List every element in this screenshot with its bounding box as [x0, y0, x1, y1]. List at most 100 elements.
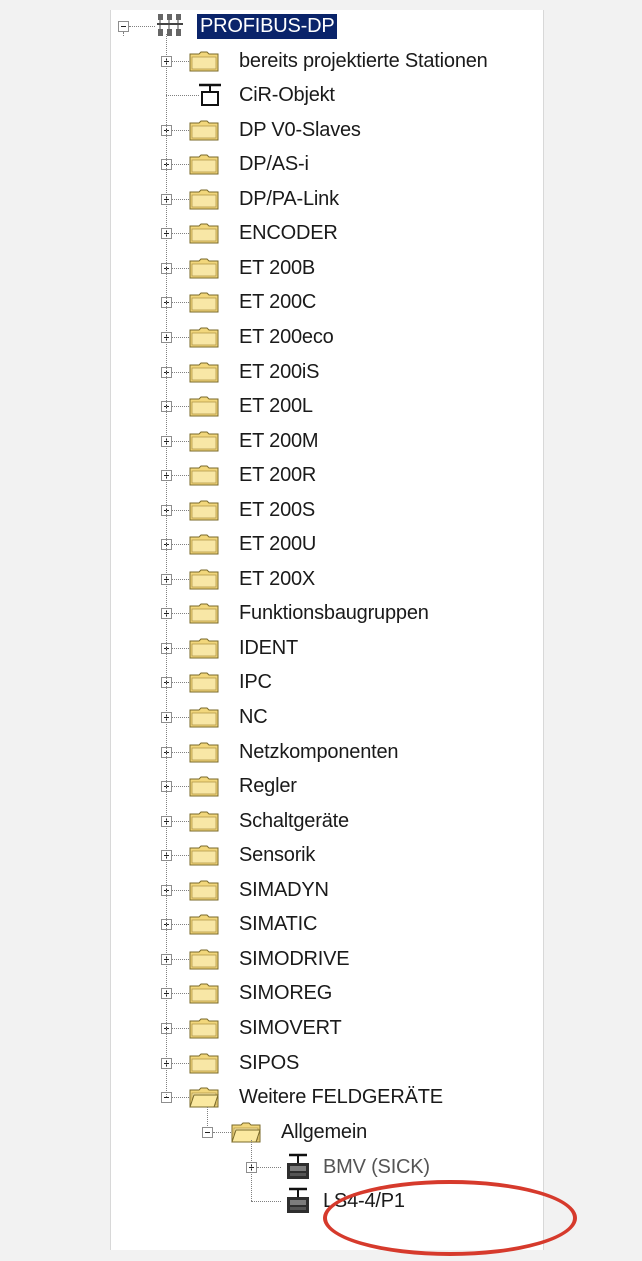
tree-item-label: ET 200X	[239, 567, 316, 590]
tree-item-row[interactable]: ET 200B	[239, 253, 315, 283]
tree-connector	[257, 1167, 281, 1168]
tree-item-label: ET 200L	[239, 394, 313, 417]
tree-item-row[interactable]: SIMOVERT	[239, 1013, 342, 1043]
tree-item-row[interactable]: bereits projektierte Stationen	[239, 46, 488, 76]
tree-item-label: Funktionsbaugruppen	[239, 601, 429, 624]
tree-item-row[interactable]: ET 200R	[239, 460, 316, 490]
tree-connector	[129, 26, 155, 27]
tree-item-row[interactable]: CiR-Objekt	[239, 80, 335, 110]
tree-item-row[interactable]: ET 200iS	[239, 357, 320, 387]
tree-item-row[interactable]: SIPOS	[239, 1048, 299, 1078]
tree-item-row[interactable]: IDENT	[239, 633, 298, 663]
folder-icon	[189, 223, 219, 244]
tree-item-row[interactable]: ET 200eco	[239, 322, 334, 352]
tree-item-row[interactable]: DP/PA-Link	[239, 184, 339, 214]
tree-item-label: ET 200S	[239, 498, 316, 521]
tree-item-row[interactable]: Regler	[239, 771, 297, 801]
tree-item-row[interactable]: ET 200S	[239, 495, 315, 525]
tree-connector	[172, 1063, 189, 1064]
tree-item-label: Weitere FELDGERÄTE	[239, 1085, 443, 1108]
tree-item-label: SIMATIC	[239, 912, 318, 935]
tree-item-row[interactable]: Netzkomponenten	[239, 737, 399, 767]
folder-icon	[189, 534, 219, 555]
collapse-toggle[interactable]	[202, 1127, 213, 1138]
folder-icon	[189, 811, 219, 832]
tree-item-row[interactable]: Funktionsbaugruppen	[239, 598, 429, 628]
tree-item-row[interactable]: IPC	[239, 667, 272, 697]
folder-icon	[189, 776, 219, 797]
tree-connector	[166, 95, 199, 96]
tree-connector	[172, 1028, 189, 1029]
tree-item-label: ENCODER	[239, 221, 338, 244]
folder-icon	[189, 1087, 219, 1108]
folder-icon	[189, 638, 219, 659]
folder-icon	[189, 742, 219, 763]
collapse-toggle[interactable]	[118, 21, 129, 32]
tree-connector	[172, 302, 189, 303]
tree-connector	[251, 1201, 281, 1202]
tree-item-label: SIPOS	[239, 1051, 300, 1074]
tree-connector	[172, 855, 189, 856]
folder-icon	[189, 189, 219, 210]
folder-icon	[189, 672, 219, 693]
hardware-catalog-panel: PROFIBUS-DP bereits projektierte Statione…	[110, 10, 577, 1256]
tree-item-row[interactable]: SIMATIC	[239, 909, 317, 939]
tree-connector	[172, 268, 189, 269]
tree-item-row[interactable]: ET 200X	[239, 564, 315, 594]
tree-item-row[interactable]: ET 200M	[239, 426, 319, 456]
tree-item-row[interactable]: DP V0-Slaves	[239, 115, 361, 145]
tree-item-row[interactable]: SIMADYN	[239, 875, 329, 905]
tree-connector	[172, 544, 189, 545]
tree-item-row[interactable]: ENCODER	[239, 218, 338, 248]
tree-subfolder-label: Allgemein	[281, 1120, 368, 1143]
tree-connector	[172, 648, 189, 649]
tree-item-label: SIMADYN	[239, 878, 329, 901]
folder-icon	[189, 362, 219, 383]
tree-connector	[172, 510, 189, 511]
tree-item-label: ET 200U	[239, 532, 317, 555]
folder-icon	[189, 396, 219, 417]
tree-connector	[123, 32, 124, 36]
tree-connector	[172, 752, 189, 753]
tree-item-row[interactable]: ET 200L	[239, 391, 313, 421]
tree-root-row[interactable]: PROFIBUS-DP	[195, 11, 338, 41]
tree-item-row[interactable]: SIMOREG	[239, 978, 332, 1008]
tree-item-label: ET 200B	[239, 256, 316, 279]
folder-icon	[189, 120, 219, 141]
folder-icon	[189, 845, 219, 866]
folder-icon	[189, 949, 219, 970]
tree-item-label: bereits projektierte Stationen	[239, 49, 488, 72]
tree-subfolder-row[interactable]: Allgemein	[281, 1117, 367, 1147]
tree-connector	[213, 1132, 231, 1133]
folder-icon	[189, 51, 219, 72]
tree-item-row[interactable]: SIMODRIVE	[239, 944, 350, 974]
tree-connector	[172, 682, 189, 683]
tree-item-label: IPC	[239, 670, 272, 693]
folder-icon	[189, 154, 219, 175]
cir-object-icon	[199, 83, 221, 106]
folder-icon	[189, 914, 219, 935]
tree-connector	[172, 337, 189, 338]
tree-item-row[interactable]: NC	[239, 702, 268, 732]
folder-icon	[189, 707, 219, 728]
folder-icon	[189, 569, 219, 590]
tree-item-row[interactable]: Schaltgeräte	[239, 806, 349, 836]
folder-icon	[189, 431, 219, 452]
tree-item-label: DP/AS-i	[239, 152, 309, 175]
tree-item-row[interactable]: Sensorik	[239, 840, 315, 870]
tree-connector	[172, 924, 189, 925]
tree-item-row[interactable]: ET 200C	[239, 287, 316, 317]
folder-icon	[189, 258, 219, 279]
tree-connector	[172, 579, 189, 580]
tree-device-row[interactable]: BMV (SICK)	[323, 1152, 430, 1182]
tree-item-label: Sensorik	[239, 843, 316, 866]
tree-item-row[interactable]: DP/AS-i	[239, 149, 309, 179]
tree-item-row[interactable]: ET 200U	[239, 529, 316, 559]
tree-item-row[interactable]: Weitere FELDGERÄTE	[239, 1082, 443, 1112]
tree-item-label: Schaltgeräte	[239, 809, 349, 832]
tree-connector	[172, 717, 189, 718]
tree-item-label: NC	[239, 705, 268, 728]
tree-connector	[172, 959, 189, 960]
device-icon	[287, 1187, 309, 1213]
tree-connector	[172, 993, 189, 994]
